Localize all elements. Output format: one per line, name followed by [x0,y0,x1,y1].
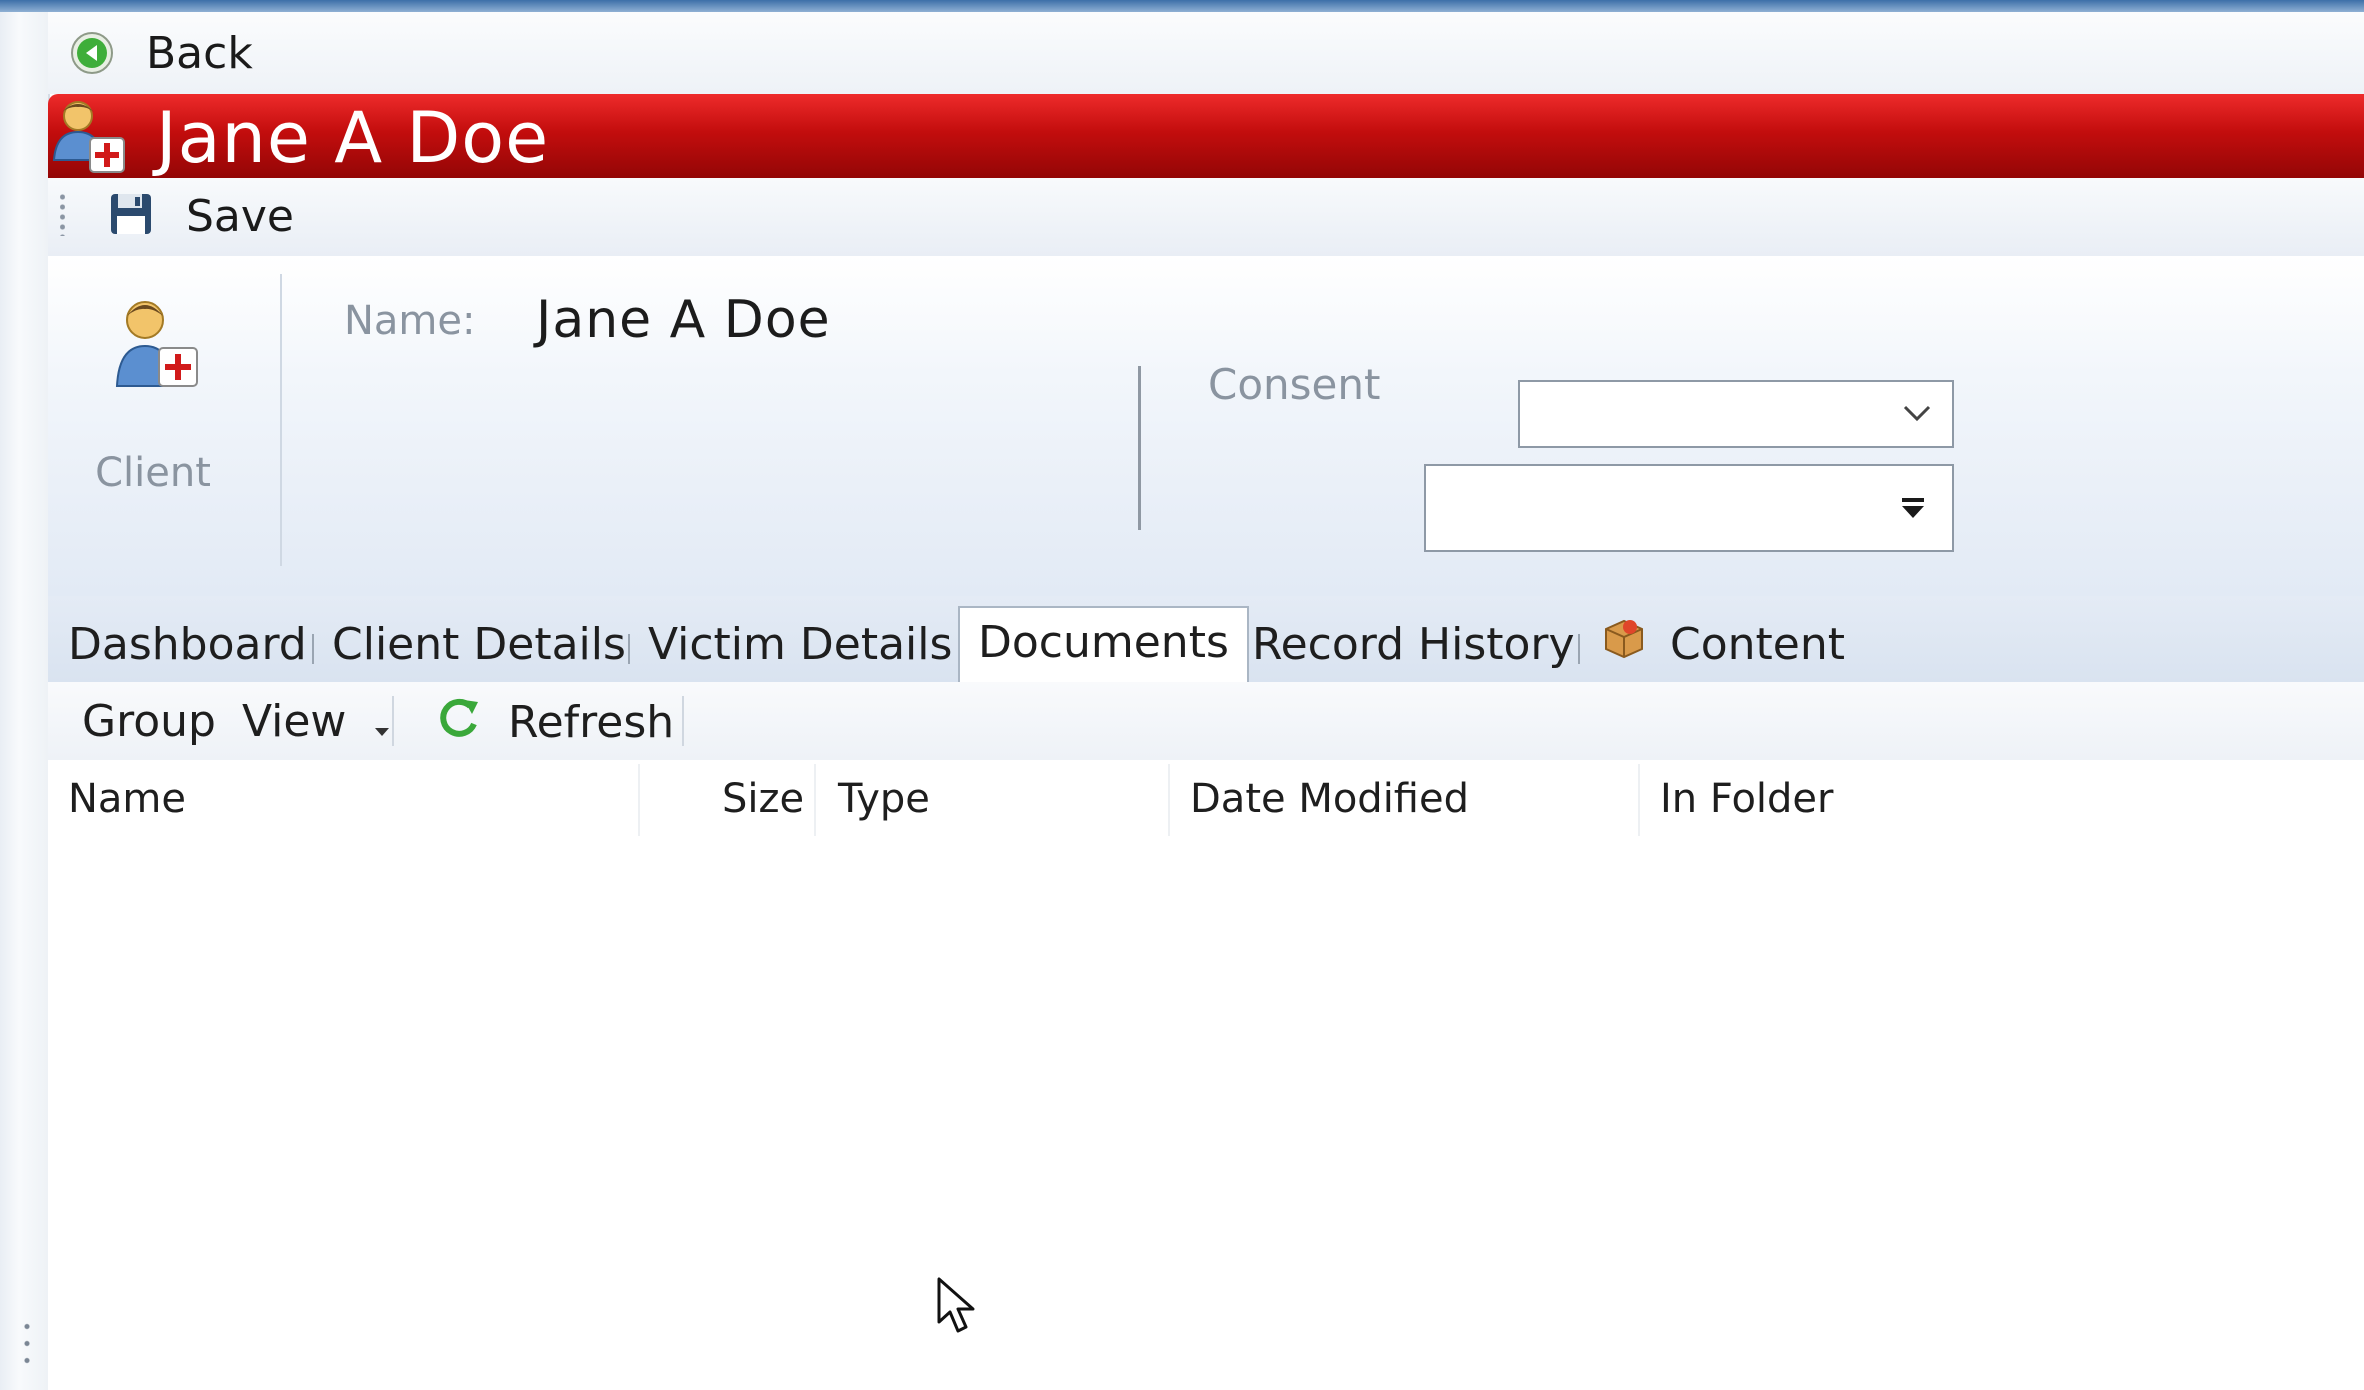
tab-victim-details[interactable]: Victim Details [648,610,952,680]
toolbar-separator [682,696,684,746]
tab-content[interactable]: Content [1600,610,1845,680]
column-header-date-modified[interactable]: Date Modified [1190,770,1469,828]
splitter-grip[interactable] [24,1318,30,1370]
documents-grid-header: Name Size Type Date Modified In Folder [48,760,2364,838]
name-value: Jane A Doe [536,290,831,350]
client-type-card: Client [88,294,218,496]
save-button[interactable]: Save [108,188,294,244]
record-tabs: Dashboard Client Details Victim Details … [48,596,2364,684]
view-label: View [242,696,347,747]
tab-dashboard[interactable]: Dashboard [68,610,307,680]
refresh-icon [434,694,484,756]
client-icon [103,301,203,398]
secondary-dropdown[interactable] [1424,464,1954,552]
view-dropdown-button[interactable]: View [242,694,390,750]
record-title: Jane A Doe [156,97,550,179]
consent-label: Consent [1208,360,1381,409]
floppy-disk-icon [108,191,154,241]
tab-separator [628,634,630,664]
client-type-label: Client [95,450,211,496]
consent-dropdown[interactable] [1518,380,1954,448]
tab-separator [312,634,314,664]
package-icon [1600,612,1648,682]
group-button[interactable]: Group [82,694,216,750]
window-top-border [0,0,2364,12]
back-button[interactable]: Back [68,24,253,82]
record-header-panel: Client Name: Jane A Doe Consent [48,256,2364,596]
column-divider[interactable] [638,764,640,836]
tab-client-details[interactable]: Client Details [332,610,626,680]
back-label: Back [146,27,253,79]
column-header-name[interactable]: Name [68,770,186,828]
column-header-size[interactable]: Size [722,770,804,828]
column-divider[interactable] [814,764,816,836]
toolbar-separator [392,696,394,746]
tab-record-history[interactable]: Record History [1252,610,1575,680]
caret-down-icon [374,696,390,752]
documents-toolbar: Group View Refresh [48,682,2364,761]
record-toolbar: Save [48,178,2364,257]
column-divider[interactable] [1638,764,1640,836]
refresh-label: Refresh [508,697,675,748]
toolbar-grip [60,192,65,236]
record-title-bar: Jane A Doe [48,94,2364,179]
header-divider [280,274,282,566]
client-icon [48,98,140,182]
back-arrow-icon [68,29,116,77]
column-header-type[interactable]: Type [838,770,930,828]
refresh-button[interactable]: Refresh [434,694,674,750]
dropdown-arrow-icon [1900,496,1926,524]
name-label: Name: [344,298,476,344]
chevron-down-icon [1902,402,1932,428]
consent-divider [1138,366,1141,530]
tab-documents[interactable]: Documents [958,606,1249,682]
save-label: Save [186,190,295,242]
column-header-in-folder[interactable]: In Folder [1660,770,1833,828]
tab-content-label: Content [1670,619,1845,670]
column-divider[interactable] [1168,764,1170,836]
documents-grid-body[interactable] [48,838,2364,1390]
tab-separator [1578,634,1580,664]
navigation-bar: Back [48,12,2364,94]
left-panel-edge [0,12,50,1390]
mouse-pointer-icon [936,1276,980,1340]
